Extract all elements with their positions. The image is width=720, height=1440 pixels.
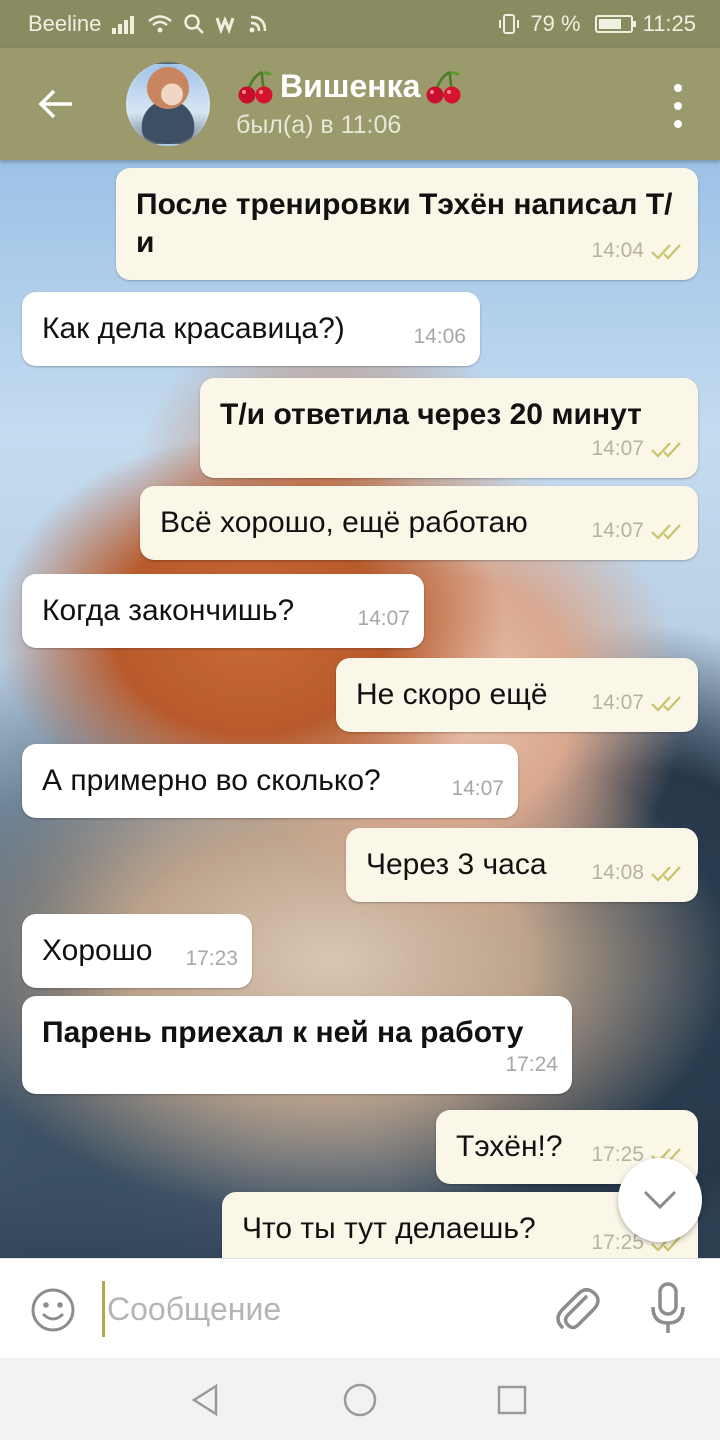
message-text: Через 3 часа xyxy=(366,848,547,881)
message-incoming[interactable]: Парень приехал к ней на работу 17:24 xyxy=(22,996,572,1094)
paperclip-icon xyxy=(556,1288,600,1330)
back-button[interactable] xyxy=(16,48,96,160)
nav-recents-button[interactable] xyxy=(492,1380,532,1420)
message-outgoing[interactable]: После тренировки Тэхён написал Т/и 14:04 xyxy=(116,168,698,280)
search-icon xyxy=(183,13,205,35)
message-incoming[interactable]: Хорошо 17:23 xyxy=(22,914,252,988)
battery-percent: 79 % xyxy=(530,11,581,36)
message-incoming[interactable]: Когда закончишь? 14:07 xyxy=(22,574,424,648)
message-text: Тэхён!? xyxy=(456,1130,563,1163)
nav-home-button[interactable] xyxy=(340,1380,380,1420)
avatar[interactable] xyxy=(126,62,210,146)
message-meta: 14:08 xyxy=(591,854,684,892)
more-options-button[interactable] xyxy=(666,84,690,128)
arrow-left-icon xyxy=(38,89,72,119)
more-vertical-icon-dot xyxy=(674,120,682,128)
message-outgoing[interactable]: Не скоро ещё 14:07 xyxy=(336,658,698,732)
message-time: 17:23 xyxy=(185,947,238,970)
message-text: Всё хорошо, ещё работаю xyxy=(160,506,528,539)
message-meta: 17:23 xyxy=(185,940,238,978)
message-meta: 14:07 xyxy=(357,600,410,638)
message-time: 17:24 xyxy=(505,1053,558,1076)
message-text: Т/и ответила через 20 минут xyxy=(220,398,642,431)
message-composer xyxy=(0,1258,720,1358)
message-incoming[interactable]: Как дела красавица?) 14:06 xyxy=(22,292,480,366)
carrier-label: Beeline xyxy=(28,11,102,36)
scroll-down-button[interactable] xyxy=(618,1158,702,1242)
double-check-icon xyxy=(651,696,681,712)
chat-header: Вишенка был(а) в 11:06 xyxy=(0,48,720,160)
message-text: Что ты тут делаешь? xyxy=(242,1212,536,1245)
message-time: 14:08 xyxy=(591,861,644,884)
message-time: 14:07 xyxy=(357,607,410,630)
chat-title: Вишенка xyxy=(280,68,421,104)
message-meta: 17:24 xyxy=(505,1046,558,1084)
message-text: А примерно во сколько? xyxy=(42,764,381,797)
message-text: Как дела красавица?) xyxy=(42,312,345,345)
message-meta: 14:07 xyxy=(451,770,504,808)
chat-info[interactable]: Вишенка был(а) в 11:06 xyxy=(236,68,464,140)
message-outgoing[interactable]: Т/и ответила через 20 минут 14:07 xyxy=(200,378,698,478)
cherry-icon xyxy=(426,70,461,103)
cherry-icon xyxy=(238,70,273,103)
message-time: 14:07 xyxy=(451,777,504,800)
app-notification-icon xyxy=(215,14,239,34)
smiley-icon xyxy=(31,1288,75,1332)
rss-icon xyxy=(249,15,267,33)
message-time: 14:07 xyxy=(591,437,644,460)
microphone-icon xyxy=(651,1282,685,1333)
nav-back-button[interactable] xyxy=(186,1380,226,1420)
attach-button[interactable] xyxy=(552,1283,600,1335)
double-check-icon xyxy=(651,442,681,458)
status-bar: Beeline 79 % 11:25 xyxy=(0,0,720,48)
chat-area[interactable]: После тренировки Тэхён написал Т/и 14:04… xyxy=(0,160,720,1258)
more-vertical-icon xyxy=(674,84,682,92)
message-time: 14:07 xyxy=(591,519,644,542)
message-text: Парень приехал к ней на работу xyxy=(42,1016,524,1049)
message-time: 14:07 xyxy=(591,691,644,714)
message-meta: 14:07 xyxy=(591,684,684,722)
chevron-down-icon xyxy=(643,1190,677,1210)
message-text: Когда закончишь? xyxy=(42,594,295,627)
double-check-icon xyxy=(651,866,681,882)
double-check-icon xyxy=(651,524,681,540)
message-meta: 14:07 xyxy=(591,512,684,550)
circle-home-icon xyxy=(343,1383,377,1417)
message-meta: 14:06 xyxy=(413,318,466,356)
triangle-back-icon xyxy=(191,1383,218,1417)
message-meta: 14:07 xyxy=(591,430,684,468)
signal-icon xyxy=(111,14,137,34)
message-time: 14:06 xyxy=(413,325,466,348)
last-seen-status: был(а) в 11:06 xyxy=(236,111,402,139)
vibrate-icon xyxy=(498,13,520,35)
emoji-button[interactable] xyxy=(30,1287,76,1333)
message-text: Хорошо xyxy=(42,934,153,967)
wifi-icon xyxy=(147,14,173,34)
message-time: 14:04 xyxy=(591,239,644,262)
battery-icon xyxy=(594,15,636,33)
clock: 11:25 xyxy=(642,11,696,36)
system-nav-bar xyxy=(0,1358,720,1440)
microphone-button[interactable] xyxy=(648,1281,688,1337)
message-outgoing[interactable]: Через 3 часа 14:08 xyxy=(346,828,698,902)
square-recents-icon xyxy=(497,1385,527,1415)
message-text: Не скоро ещё xyxy=(356,678,548,711)
double-check-icon xyxy=(651,244,681,260)
message-outgoing[interactable]: Всё хорошо, ещё работаю 14:07 xyxy=(140,486,698,560)
message-input[interactable] xyxy=(102,1281,522,1337)
message-incoming[interactable]: А примерно во сколько? 14:07 xyxy=(22,744,518,818)
message-meta: 14:04 xyxy=(591,232,684,270)
more-vertical-icon-dot xyxy=(674,102,682,110)
